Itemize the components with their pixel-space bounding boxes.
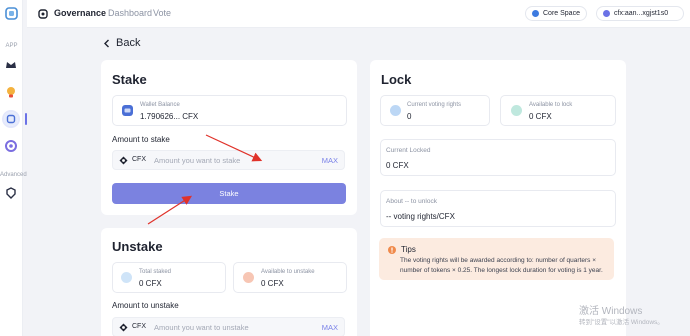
tips-title: Tips bbox=[401, 245, 416, 254]
unstake-coin-icon bbox=[243, 272, 254, 283]
rail-advanced-label: Advanced bbox=[0, 172, 27, 178]
app-title: Governance bbox=[54, 8, 107, 18]
available-lock-value: 0 CFX bbox=[529, 112, 552, 121]
windows-watermark-subtitle: 转到"设置"以激活 Windows。 bbox=[579, 319, 664, 326]
available-unstake-value: 0 CFX bbox=[261, 279, 284, 288]
lock-coin-icon bbox=[511, 105, 522, 116]
total-staked-box: Total staked 0 CFX bbox=[112, 262, 226, 293]
stake-token-label: CFX bbox=[132, 156, 146, 163]
unlock-value: -- voting rights/CFX bbox=[386, 212, 455, 221]
total-staked-value: 0 CFX bbox=[139, 279, 162, 288]
cfx-token-icon bbox=[119, 156, 128, 165]
available-lock-box: Available to lock 0 CFX bbox=[500, 95, 616, 126]
rail-app-label: APP bbox=[5, 43, 18, 49]
stake-button[interactable]: Stake bbox=[112, 183, 346, 204]
lightbulb-app-icon[interactable] bbox=[4, 85, 18, 99]
advanced-app-icon[interactable] bbox=[4, 186, 18, 200]
tips-body: The voting rights will be awarded accord… bbox=[400, 257, 603, 274]
conflux-logo-icon[interactable] bbox=[5, 7, 18, 20]
current-locked-box: Current Locked 0 CFX bbox=[380, 139, 616, 176]
account-selector[interactable]: cfx:aan...xgjst1s0 bbox=[596, 6, 684, 21]
account-address: cfx:aan...xgjst1s0 bbox=[614, 10, 669, 17]
back-label: Back bbox=[116, 37, 141, 49]
crown-app-icon[interactable] bbox=[4, 58, 18, 72]
wallet-balance-box: Wallet Balance 1.790626... CFX bbox=[112, 95, 347, 126]
unlock-label: About -- to unlock bbox=[386, 198, 437, 205]
available-lock-label: Available to lock bbox=[529, 102, 573, 108]
windows-watermark-title: 激活 Windows bbox=[579, 306, 643, 317]
left-rail: APP Advanced bbox=[0, 0, 27, 336]
stake-max-button[interactable]: MAX bbox=[322, 156, 338, 165]
wallet-icon bbox=[122, 105, 133, 116]
cfx-token-icon bbox=[119, 323, 128, 332]
portal-app-icon[interactable] bbox=[4, 139, 18, 153]
stake-title: Stake bbox=[112, 72, 147, 87]
lock-card: Lock Current voting rights 0 Available t… bbox=[370, 60, 626, 336]
wallet-balance-label: Wallet Balance bbox=[140, 102, 180, 108]
current-locked-value: 0 CFX bbox=[386, 161, 409, 170]
rail-active-indicator bbox=[25, 113, 27, 125]
voting-rights-label: Current voting rights bbox=[407, 102, 462, 108]
amount-to-unstake-label: Amount to unstake bbox=[112, 301, 179, 310]
back-link[interactable]: Back bbox=[103, 37, 140, 49]
current-locked-label: Current Locked bbox=[386, 147, 431, 154]
amount-to-stake-label: Amount to stake bbox=[112, 135, 170, 144]
top-bar: Governance Dashboard Vote Core Space cfx… bbox=[27, 0, 690, 28]
network-label: Core Space bbox=[543, 10, 580, 17]
wallet-icon bbox=[603, 10, 610, 17]
unstake-amount-input[interactable]: CFX Amount you want to unstake MAX bbox=[112, 317, 345, 336]
unstake-placeholder[interactable]: Amount you want to unstake bbox=[154, 323, 249, 332]
stake-placeholder[interactable]: Amount you want to stake bbox=[154, 156, 240, 165]
tips-panel: Tips The voting rights will be awarded a… bbox=[379, 238, 614, 280]
unstake-card: Unstake Total staked 0 CFX Available to … bbox=[101, 228, 357, 336]
governance-app-icon[interactable] bbox=[4, 112, 18, 126]
unstake-title: Unstake bbox=[112, 239, 163, 254]
wallet-balance-value: 1.790626... CFX bbox=[140, 112, 199, 121]
voting-rights-box: Current voting rights 0 bbox=[380, 95, 490, 126]
stake-card: Stake Wallet Balance 1.790626... CFX Amo… bbox=[101, 60, 357, 215]
available-unstake-label: Available to unstake bbox=[261, 269, 315, 275]
voting-rights-value: 0 bbox=[407, 112, 412, 121]
total-staked-label: Total staked bbox=[139, 269, 172, 275]
network-selector[interactable]: Core Space bbox=[525, 6, 587, 21]
governance-logo-icon bbox=[38, 9, 48, 19]
available-unstake-box: Available to unstake 0 CFX bbox=[233, 262, 347, 293]
voting-rights-icon bbox=[390, 105, 401, 116]
nav-dashboard[interactable]: Dashboard bbox=[108, 8, 152, 18]
chevron-left-icon bbox=[104, 39, 109, 47]
info-icon bbox=[388, 245, 396, 254]
nav-vote[interactable]: Vote bbox=[153, 8, 171, 18]
lock-title: Lock bbox=[381, 72, 412, 87]
unstake-token-label: CFX bbox=[132, 323, 146, 330]
stake-amount-input[interactable]: CFX Amount you want to stake MAX bbox=[112, 150, 345, 170]
core-space-icon bbox=[532, 10, 539, 17]
staked-coin-icon bbox=[121, 272, 132, 283]
unstake-max-button[interactable]: MAX bbox=[322, 323, 338, 332]
unlock-info-box: About -- to unlock -- voting rights/CFX bbox=[380, 190, 616, 227]
